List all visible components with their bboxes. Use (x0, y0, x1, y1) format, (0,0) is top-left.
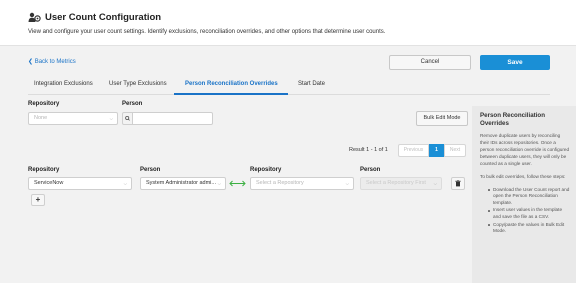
pagination-previous-button[interactable]: Previous (398, 144, 429, 157)
override-left-repository-header: Repository (28, 167, 60, 173)
override-right-person-select[interactable]: Select a Repository First ⌵ (360, 177, 442, 190)
tab-start-date[interactable]: Start Date (298, 81, 325, 87)
pagination-page-1[interactable]: 1 (429, 144, 444, 157)
override-left-repository-select[interactable]: ServiceNow ⌵ (28, 177, 132, 190)
chevron-down-icon: ⌵ (217, 181, 221, 186)
filter-repository-label: Repository (28, 101, 60, 107)
pagination-result-text: Result 1 - 1 of 1 (349, 147, 388, 153)
chevron-down-icon: ⌵ (109, 116, 113, 121)
filter-person-label: Person (122, 101, 143, 107)
trash-icon (455, 180, 461, 187)
list-item: Download the User Count report and open … (488, 187, 570, 207)
add-override-button[interactable]: + (31, 194, 45, 206)
override-left-person-select[interactable]: System Administrator admi... ⌵ (140, 177, 226, 190)
page-subtitle: View and configure your user count setti… (28, 29, 386, 35)
tab-integration-exclusions[interactable]: Integration Exclusions (34, 81, 93, 87)
override-right-repository-select[interactable]: Select a Repository ⌵ (250, 177, 354, 190)
double-arrow-icon (229, 180, 246, 187)
override-right-person-header: Person (360, 167, 381, 173)
override-right-repository-placeholder: Select a Repository (256, 180, 304, 186)
override-left-person-value: System Administrator admi... (146, 180, 216, 186)
list-item: Insert user values in the template and s… (488, 207, 570, 220)
override-left-person-header: Person (140, 167, 161, 173)
chevron-down-icon: ⌵ (433, 181, 437, 186)
override-right-person-placeholder: Select a Repository First (366, 180, 426, 186)
search-icon (125, 116, 130, 121)
help-sidebar: Person Reconciliation Overrides Remove d… (472, 106, 576, 283)
sidebar-steps-list: Download the User Count report and open … (480, 187, 570, 235)
cancel-button[interactable]: Cancel (389, 55, 471, 70)
page-header: User Count Configuration View and config… (0, 0, 576, 46)
chevron-down-icon: ⌵ (345, 181, 349, 186)
sidebar-title: Person Reconciliation Overrides (480, 112, 545, 127)
list-item: Copy/paste the values in Bulk Edit Mode. (488, 222, 570, 235)
save-button[interactable]: Save (480, 55, 550, 70)
override-right-repository-header: Repository (250, 167, 282, 173)
back-to-metrics-link[interactable]: ❮ Back to Metrics (28, 58, 76, 65)
filter-repository-select[interactable]: None ⌵ (28, 112, 118, 125)
bulk-edit-mode-button[interactable]: Bulk Edit Mode (416, 111, 468, 126)
override-left-repository-value: ServiceNow (34, 180, 64, 186)
filter-repository-placeholder: None (34, 115, 48, 121)
tab-person-reconciliation-overrides[interactable]: Person Reconciliation Overrides (185, 81, 278, 87)
filter-person-input[interactable] (133, 112, 213, 125)
back-link-label: Back to Metrics (34, 59, 76, 65)
search-icon-box (122, 112, 133, 125)
action-bar: ❮ Back to Metrics Cancel Save (28, 55, 550, 71)
tab-user-type-exclusions[interactable]: User Type Exclusions (109, 81, 167, 87)
users-gear-icon (28, 12, 41, 22)
pagination-next-button[interactable]: Next (444, 144, 466, 157)
tab-bar: Integration Exclusions User Type Exclusi… (28, 78, 550, 95)
sidebar-description: Remove duplicate users by reconciling th… (480, 133, 570, 167)
chevron-left-icon: ❮ (28, 59, 34, 65)
active-tab-indicator (174, 93, 288, 95)
delete-override-button[interactable] (451, 177, 465, 190)
title-row: User Count Configuration (28, 12, 161, 23)
sidebar-steps-intro: To bulk edit overrides, follow these ste… (480, 174, 566, 180)
page-title: User Count Configuration (45, 12, 162, 23)
chevron-down-icon: ⌵ (123, 181, 127, 186)
